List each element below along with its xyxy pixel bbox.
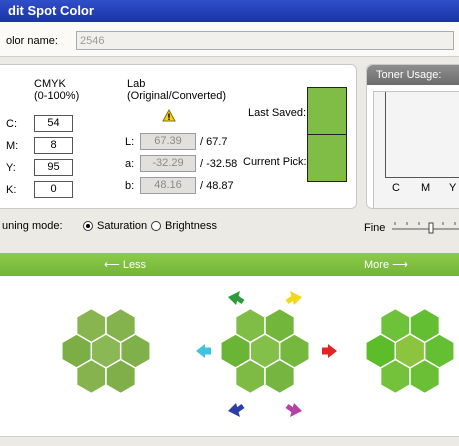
more-hex-5[interactable]	[379, 358, 411, 395]
arrow-left-icon[interactable]	[196, 344, 211, 358]
brightness-label[interactable]: Brightness	[165, 220, 217, 232]
arrow-up-left-icon[interactable]	[228, 291, 245, 305]
window-title: dit Spot Color	[8, 3, 94, 18]
lab-l-original: 67.39	[140, 133, 196, 150]
lab-a-original: -32.29	[140, 155, 196, 172]
color-name-field[interactable]: 2546	[76, 31, 454, 50]
less-label[interactable]: ⟵ Less	[104, 258, 146, 271]
black-label: K:	[6, 184, 17, 196]
more-label[interactable]: More ⟶	[364, 258, 408, 271]
color-name-value: 2546	[80, 35, 105, 47]
last-saved-label: Last Saved:	[248, 107, 307, 119]
lab-heading: Lab	[127, 78, 146, 90]
magenta-label: M:	[6, 140, 19, 152]
toner-chart-axis	[385, 92, 459, 178]
color-values-panel: CMYK (0-100%) C: 54 M: 8 Y: 95 K: 0 Lab …	[0, 64, 357, 209]
toner-usage-header: Toner Usage:	[367, 65, 459, 85]
lab-b-converted: / 48.87	[200, 180, 234, 192]
current-pick-label: Current Pick:	[243, 156, 307, 168]
fine-slider[interactable]	[390, 217, 459, 235]
lab-l-converted: / 67.7	[200, 136, 228, 148]
tuning-mode-label: uning mode:	[2, 220, 63, 232]
less-hex-5[interactable]	[75, 358, 107, 395]
variations-canvas	[61, 291, 455, 417]
yellow-label: Y:	[6, 162, 16, 174]
saturation-radio[interactable]	[83, 221, 93, 231]
brightness-radio[interactable]	[151, 221, 161, 231]
cmyk-range: (0-100%)	[34, 90, 80, 102]
cmyk-heading: CMYK	[34, 78, 66, 90]
lab-b-original: 48.16	[140, 177, 196, 194]
warning-triangle-icon	[162, 109, 176, 122]
less-more-bar: ⟵ Less More ⟶	[0, 253, 459, 276]
current-pick-swatch	[307, 134, 347, 182]
tuning-mode-row: uning mode: Saturation Brightness Fine	[0, 215, 459, 237]
more-cluster[interactable]	[365, 307, 455, 395]
current-cluster[interactable]	[220, 307, 310, 395]
yellow-input[interactable]: 95	[34, 159, 73, 176]
less-hex-6[interactable]	[105, 358, 137, 395]
lab-l-label: L:	[125, 136, 135, 148]
arrow-up-right-icon[interactable]	[285, 291, 302, 305]
less-cluster[interactable]	[61, 307, 151, 395]
black-input[interactable]: 0	[34, 181, 73, 198]
toner-usage-chart: C M Y	[373, 91, 459, 209]
magenta-input[interactable]: 8	[34, 137, 73, 154]
toner-label-c: C	[392, 182, 400, 194]
toner-usage-title: Toner Usage:	[376, 69, 442, 81]
toner-usage-panel: Toner Usage: C M Y	[366, 64, 459, 209]
lab-a-label: a:	[125, 158, 135, 170]
lab-b-label: b:	[125, 180, 135, 192]
fine-slider-thumb[interactable]	[428, 222, 434, 234]
arrow-down-left-icon[interactable]	[228, 403, 245, 417]
last-saved-swatch	[307, 87, 347, 135]
arrow-down-right-icon[interactable]	[285, 403, 302, 417]
color-name-label: olor name:	[6, 35, 58, 47]
color-name-row: olor name: 2546	[0, 22, 459, 57]
cyan-label: C:	[6, 118, 17, 130]
current-hex-5[interactable]	[234, 358, 266, 395]
lab-subheading: (Original/Converted)	[127, 90, 227, 102]
more-hex-6[interactable]	[409, 358, 441, 395]
cyan-input[interactable]: 54	[34, 115, 73, 132]
fine-label: Fine	[364, 222, 386, 234]
saturation-label[interactable]: Saturation	[97, 220, 147, 232]
toner-label-y: Y	[449, 182, 457, 194]
toner-label-m: M	[421, 182, 431, 194]
title-bar: dit Spot Color	[0, 0, 459, 22]
arrow-right-icon[interactable]	[322, 344, 337, 358]
lab-a-converted: / -32.58	[200, 158, 238, 170]
color-variations-area	[0, 276, 459, 436]
current-hex-6[interactable]	[264, 358, 296, 395]
